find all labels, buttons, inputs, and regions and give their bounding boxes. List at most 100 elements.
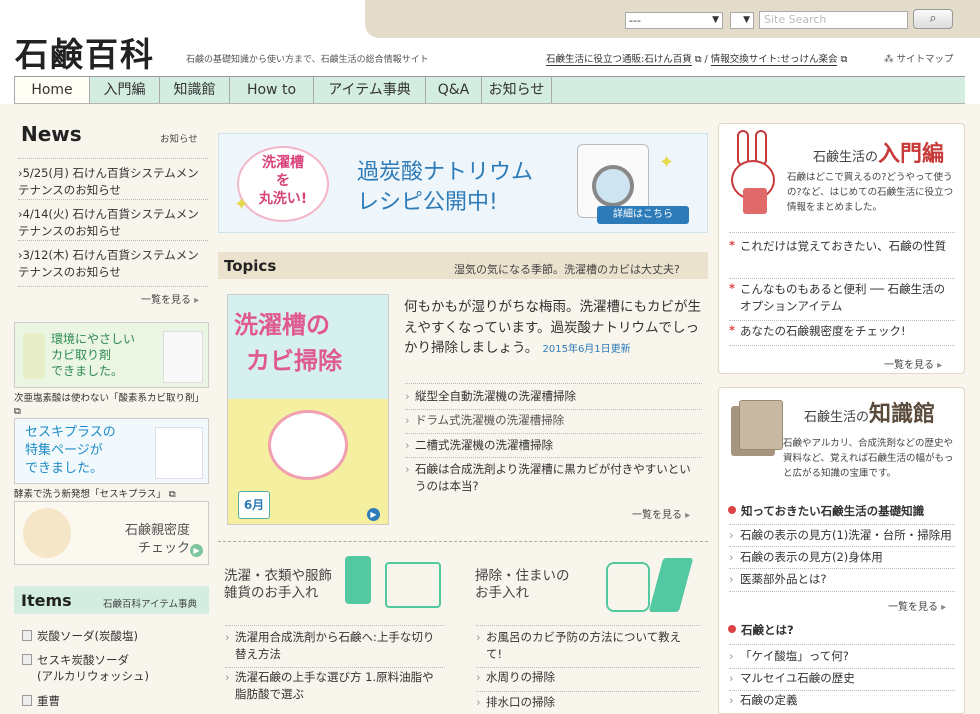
sitemap-label: サイトマップ (896, 54, 954, 65)
house-link[interactable]: 水周りの掃除 (476, 669, 696, 686)
divider (405, 433, 702, 434)
knowledge-subheading: 知っておきたい石鹸生活の基礎知識 (728, 503, 924, 519)
knowledge-link[interactable]: 石鹸の定義 (729, 692, 955, 709)
sub-select[interactable]: ▼ (730, 12, 754, 29)
divider (405, 457, 702, 458)
banner-caption[interactable]: 酵素で洗う新発想「セスキプラス」 ⧉ (14, 488, 211, 501)
category-select-value: --- (629, 14, 641, 27)
topics-subtitle: 湿気の気になる季節。洗濯槽のカビは大丈夫? (454, 263, 680, 276)
site-logo[interactable]: 石鹸百科 (15, 28, 155, 76)
drum-shape (592, 165, 634, 207)
nav-home[interactable]: Home (14, 77, 90, 103)
divider (225, 667, 445, 668)
news-section-link[interactable]: お知らせ (160, 131, 198, 145)
main-nav: Home 入門編 知識館 How to アイテム事典 Q&A お知らせ (14, 76, 965, 104)
bucket-shape (606, 562, 650, 612)
banner-text: 環境にやさしい カビ取り剤 できました。 (51, 332, 136, 378)
arrow-right-icon: ▶ (367, 508, 380, 521)
intro-link[interactable]: あなたの石鹸親密度をチェック! (729, 322, 955, 340)
intro-description: 石鹸はどこで買えるの?どうやって使うの?など、はじめての石鹸生活に役立つ情報をま… (787, 172, 954, 213)
house-link[interactable]: お風呂のカビ予防の方法について教えて! (476, 629, 696, 663)
shop-link[interactable]: 石鹸生活に役立つ通販:石けん百貨 (546, 54, 692, 66)
news-item-text: 4/14(火) 石けん百貨システムメンテナンスのお知らせ (18, 207, 199, 238)
book-icon (22, 654, 32, 665)
laundry-category-title[interactable]: 洗濯・衣類や服飾 雑貨のお手入れ (224, 568, 332, 602)
community-link[interactable]: 情報交換サイト:せっけん楽会 (710, 54, 838, 66)
divider (729, 568, 955, 569)
knowledge-title-big: 知識館 (869, 402, 936, 427)
search-input[interactable]: Site Search (759, 11, 908, 29)
topic-link[interactable]: 石鹸は合成洗剤より洗濯槽に黒カビが付きやすいというのは本当? (405, 461, 695, 495)
knowledge-title[interactable]: 石鹸生活の知識館 (804, 396, 935, 428)
site-tagline: 石鹸の基礎知識から使い方まで、石鹸生活の総合情報サイト (186, 55, 429, 65)
bottle-icon (23, 333, 45, 379)
news-item[interactable]: ›4/14(火) 石けん百貨システムメンテナンスのお知らせ (18, 199, 208, 240)
nav-intro[interactable]: 入門編 (90, 77, 160, 103)
news-heading: News (21, 122, 82, 146)
rabbit-mascot-icon (729, 130, 779, 216)
nav-item-dictionary[interactable]: アイテム事典 (314, 77, 426, 103)
category-select[interactable]: --- ▼ (625, 12, 723, 29)
divider (405, 383, 702, 384)
items-dictionary-link[interactable]: 石鹸百科アイテム事典 (103, 596, 197, 610)
knowledge-link[interactable]: 医薬部外品とは? (729, 571, 955, 588)
knowledge-link[interactable]: 「ケイ酸塩」って何? (729, 648, 955, 665)
topic-link[interactable]: ドラム式洗濯機の洗濯槽掃除 (405, 412, 702, 429)
illustration-title: カビ掃除 (246, 347, 342, 375)
intro-link[interactable]: こんなものもあると便利 ── 石鹸生活のオプションアイテム (729, 280, 955, 315)
divider (729, 345, 955, 346)
knowledge-link[interactable]: 石鹸の表示の見方(2)身体用 (729, 549, 955, 566)
news-item[interactable]: ›5/25(月) 石けん百貨システムメンテナンスのお知らせ (18, 158, 208, 199)
topic-date: 2015年6月1日更新 (542, 344, 631, 355)
news-more-link[interactable]: 一覧を見る (141, 291, 199, 306)
sesqui-plus-banner[interactable]: セスキプラスの 特集ページが できました。 (14, 418, 209, 484)
topics-list: 縦型全自動洗濯機の洗濯槽掃除 ドラム式洗濯機の洗濯槽掃除 二槽式洗濯機の洗濯槽掃… (405, 383, 702, 503)
laundry-link[interactable]: 洗濯用合成洗剤から石鹸へ:上手な切り替え方法 (225, 629, 445, 663)
banner-text: 石鹸親密度 チェック (125, 523, 191, 556)
banner-badge-text: 洗濯槽 を 丸洗い! (258, 155, 308, 207)
intro-panel: 石鹸生活の入門編 石鹸はどこで買えるの?どうやって使うの?など、はじめての石鹸生… (718, 123, 965, 374)
divider (225, 625, 445, 626)
external-link-icon: ⧉ (840, 54, 848, 65)
topic-illustration[interactable]: 洗濯槽の カビ掃除 6月 ▶ (227, 294, 389, 525)
divider (729, 644, 955, 645)
topic-link[interactable]: 縦型全自動洗濯機の洗濯槽掃除 (405, 388, 702, 405)
nav-howto[interactable]: How to (230, 77, 314, 103)
item-link[interactable]: 重曹 (22, 693, 60, 709)
banner-caption[interactable]: 次亜塩素酸は使わない「酸素系カビ取り剤」 ⧉ (14, 392, 211, 418)
clothes-icon (345, 552, 445, 614)
knowledge-more-link[interactable]: 一覧を見る (888, 598, 946, 613)
topics-more-link[interactable]: 一覧を見る (632, 506, 690, 521)
mold-remover-banner[interactable]: 環境にやさしい カビ取り剤 できました。 (14, 322, 209, 388)
intro-title[interactable]: 石鹸生活の入門編 (813, 136, 944, 168)
cleaning-tools-icon (606, 554, 696, 618)
campaign-banner[interactable]: 洗濯槽 を 丸洗い! 過炭酸ナトリウム レシピ公開中! 詳細はこちら ✦ ✦ (218, 133, 708, 233)
item-label: 重曹 (37, 694, 60, 708)
item-link[interactable]: セスキ炭酸ソーダ (アルカリウォッシュ) (22, 652, 149, 684)
nav-news[interactable]: お知らせ (482, 77, 552, 103)
laundry-link[interactable]: 洗濯石鹸の上手な選び方 1.原料油脂や脂肪酸で選ぶ (225, 669, 445, 703)
intro-link[interactable]: これだけは覚えておきたい、石鹸の性質 (729, 237, 955, 255)
intro-more-link[interactable]: 一覧を見る (884, 356, 942, 371)
news-item[interactable]: ›3/12(木) 石けん百貨システムメンテナンスのお知らせ (18, 240, 208, 287)
nav-knowledge[interactable]: 知識館 (160, 77, 230, 103)
knowledge-subheading: 石鹸とは? (728, 622, 794, 638)
soap-check-banner[interactable]: 石鹸親密度 チェック ▶ (14, 501, 209, 565)
item-link[interactable]: 炭酸ソーダ(炭酸塩) (22, 628, 138, 644)
knowledge-link[interactable]: 石鹸の表示の見方(1)洗濯・台所・掃除用 (729, 527, 955, 544)
divider (729, 546, 955, 547)
house-link[interactable]: 排水口の掃除 (476, 694, 696, 711)
month-badge: 6月 (238, 491, 270, 519)
illustration-title: 洗濯槽の (234, 311, 330, 339)
divider (729, 668, 955, 669)
mascot-icon (23, 508, 71, 558)
nav-qa[interactable]: Q&A (426, 77, 482, 103)
intro-title-small: 石鹸生活の (813, 150, 879, 165)
knowledge-link[interactable]: マルセイユ石鹸の歴史 (729, 670, 955, 687)
search-button[interactable]: ⌕ (913, 9, 953, 29)
topic-lead: 何もかもが湿りがちな梅雨。洗濯槽にもカビが生えやすくなっています。過炭酸ナトリウ… (404, 297, 702, 361)
house-category-title[interactable]: 掃除・住まいの お手入れ (475, 568, 570, 602)
detail-button[interactable]: 詳細はこちら (597, 206, 689, 224)
topic-link[interactable]: 二槽式洗濯機の洗濯槽掃除 (405, 437, 702, 454)
sitemap-link[interactable]: ⁂ サイトマップ (884, 51, 954, 65)
